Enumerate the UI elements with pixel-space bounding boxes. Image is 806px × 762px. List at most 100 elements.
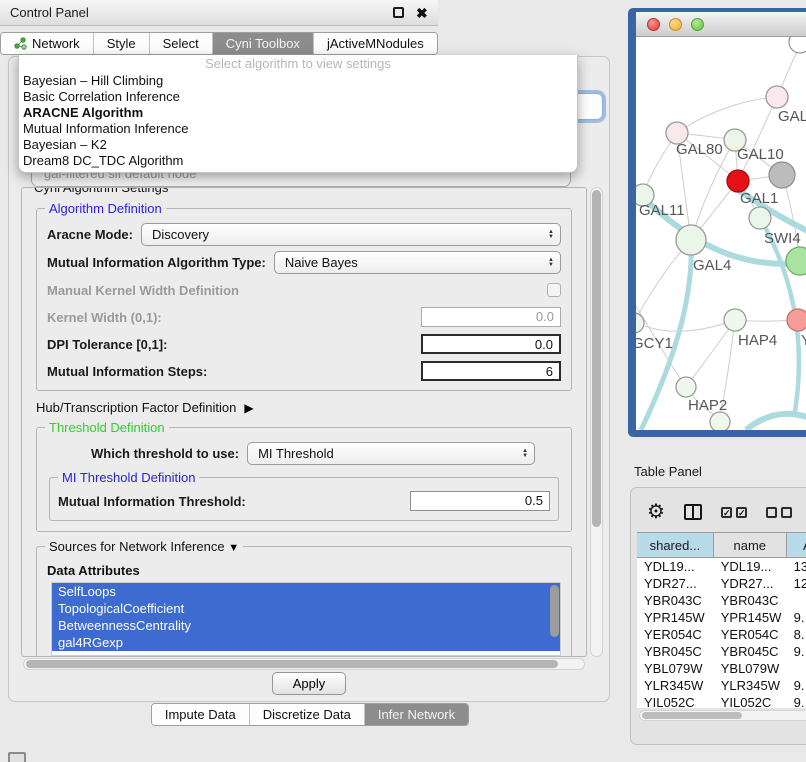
algorithm-dropdown-popup: Select algorithm to view settings Bayesi… bbox=[18, 55, 578, 173]
tab-select[interactable]: Select bbox=[150, 33, 213, 54]
table-row[interactable]: YER054CYER054C8. bbox=[637, 626, 806, 643]
list-scrollbar[interactable] bbox=[550, 585, 559, 637]
tab-impute-data[interactable]: Impute Data bbox=[152, 704, 250, 725]
deselect-all-icon[interactable] bbox=[766, 507, 792, 518]
group-title: Algorithm Definition bbox=[45, 201, 166, 216]
table-row[interactable]: YLR345WYLR345W9. bbox=[637, 677, 806, 694]
network-node-gal1[interactable] bbox=[727, 170, 749, 192]
tab-cyni-toolbox[interactable]: Cyni Toolbox bbox=[213, 33, 314, 54]
algorithm-option[interactable]: ARACNE Algorithm bbox=[19, 105, 577, 121]
network-node-hap4[interactable] bbox=[724, 309, 746, 331]
table-cell: 9. bbox=[787, 609, 806, 626]
table-cell: YLR345W bbox=[714, 677, 787, 694]
table-cell: YDL19... bbox=[637, 558, 714, 575]
float-window-icon[interactable] bbox=[393, 7, 404, 18]
combobox-value: MI Threshold bbox=[258, 446, 522, 461]
network-node-swi4[interactable] bbox=[749, 207, 771, 229]
tab-label: Cyni Toolbox bbox=[226, 33, 300, 54]
table-cell: 9. bbox=[787, 643, 806, 660]
table-body: YDL19...YDL19...13YDR27...YDR27...12YBR0… bbox=[637, 558, 806, 708]
table-row[interactable]: YIL052CYIL052C9. bbox=[637, 694, 806, 708]
data-attribute-item[interactable]: TopologicalCoefficient bbox=[52, 600, 560, 617]
mi-threshold-field[interactable]: 0.5 bbox=[410, 491, 550, 511]
group-title: Threshold Definition bbox=[45, 420, 169, 435]
kernel-width-field[interactable]: 0.0 bbox=[421, 307, 561, 327]
threshold-definition-group: Threshold Definition Which threshold to … bbox=[36, 427, 572, 532]
mi-threshold-group: MI Threshold Definition Mutual Informati… bbox=[49, 477, 559, 521]
hub-definition-toggle[interactable]: Hub/Transcription Factor Definition ▶ bbox=[36, 400, 578, 415]
table-cell: YBL079W bbox=[714, 660, 787, 677]
column-header-name[interactable]: name bbox=[714, 533, 787, 557]
table-row[interactable]: YBR045CYBR045C9. bbox=[637, 643, 806, 660]
tab-jactivemnodules[interactable]: jActiveMNodules bbox=[314, 33, 437, 54]
table-cell: YDL19... bbox=[714, 558, 787, 575]
network-node[interactable] bbox=[710, 412, 730, 430]
data-attribute-item[interactable]: gal4RGexp bbox=[52, 634, 560, 651]
network-node-gal[interactable] bbox=[766, 86, 788, 108]
network-node[interactable] bbox=[769, 162, 795, 188]
network-node[interactable] bbox=[786, 247, 806, 275]
node-label: GAL1 bbox=[740, 190, 778, 207]
tab-label: jActiveMNodules bbox=[327, 33, 424, 54]
network-node-gcy1[interactable] bbox=[636, 313, 644, 333]
tab-label: Discretize Data bbox=[263, 704, 351, 725]
select-all-icon[interactable]: ✓✓ bbox=[721, 507, 747, 518]
algorithm-option[interactable]: Basic Correlation Inference bbox=[19, 89, 577, 105]
table-row[interactable]: YPR145WYPR145W9. bbox=[637, 609, 806, 626]
tab-label: Style bbox=[107, 33, 136, 54]
collapse-down-icon: ▼ bbox=[228, 542, 239, 554]
close-window-icon[interactable] bbox=[647, 18, 660, 31]
manual-kernel-checkbox[interactable] bbox=[547, 283, 561, 297]
which-threshold-label: Which threshold to use: bbox=[91, 446, 239, 461]
network-node[interactable] bbox=[789, 37, 806, 53]
table-cell: YER054C bbox=[637, 626, 714, 643]
table-row[interactable]: YBL079WYBL079W bbox=[637, 660, 806, 677]
control-panel-titlebar: Control Panel ✖ bbox=[0, 0, 438, 26]
table-cell: YDR27... bbox=[637, 575, 714, 592]
gear-icon[interactable]: ⚙ bbox=[647, 502, 665, 522]
table-horizontal-scrollbar[interactable] bbox=[639, 710, 806, 721]
table-panel-title: Table Panel bbox=[634, 464, 702, 479]
combobox-value: Naive Bayes bbox=[285, 255, 548, 270]
mi-type-combobox[interactable]: Naive Bayes ▲▼ bbox=[274, 251, 561, 274]
algorithm-option[interactable]: Mutual Information Inference bbox=[19, 121, 577, 137]
network-canvas[interactable]: GALGAL80GAL10GAL1GAL11GAL4SWI4GCY1HAP4YH… bbox=[636, 37, 806, 430]
sources-group: Sources for Network Inference ▼ Data Att… bbox=[36, 546, 572, 657]
which-threshold-combobox[interactable]: MI Threshold ▲▼ bbox=[247, 442, 535, 465]
tab-style[interactable]: Style bbox=[94, 33, 150, 54]
mi-steps-field[interactable]: 6 bbox=[421, 361, 561, 381]
network-node-hap2[interactable] bbox=[676, 377, 696, 397]
tab-network[interactable]: Network bbox=[1, 33, 94, 54]
tab-discretize-data[interactable]: Discretize Data bbox=[250, 704, 365, 725]
columns-icon[interactable] bbox=[684, 504, 702, 520]
algorithm-option[interactable]: Bayesian – Hill Climbing bbox=[19, 73, 577, 89]
apply-button[interactable]: Apply bbox=[272, 672, 346, 695]
data-attribute-item[interactable]: SelfLoops bbox=[52, 583, 560, 600]
aracne-mode-combobox[interactable]: Discovery ▲▼ bbox=[141, 223, 561, 246]
node-label: HAP4 bbox=[738, 332, 777, 349]
settings-horizontal-scrollbar[interactable] bbox=[23, 658, 585, 670]
column-header-shared-name[interactable]: shared... bbox=[637, 533, 714, 557]
zoom-window-icon[interactable] bbox=[691, 18, 704, 31]
cyni-algorithm-settings-group: Cyni Algorithm Settings Algorithm Defini… bbox=[21, 187, 587, 657]
table-cell: YER054C bbox=[714, 626, 787, 643]
algorithm-option[interactable]: Bayesian – K2 bbox=[19, 137, 577, 153]
network-node-gal4[interactable] bbox=[676, 225, 706, 255]
table-cell: YPR145W bbox=[714, 609, 787, 626]
dpi-tolerance-field[interactable]: 0.0 bbox=[421, 334, 561, 354]
algorithm-option[interactable]: Dream8 DC_TDC Algorithm bbox=[19, 153, 577, 169]
minimize-window-icon[interactable] bbox=[669, 18, 682, 31]
close-icon[interactable]: ✖ bbox=[416, 6, 428, 20]
node-label: SWI4 bbox=[764, 230, 801, 247]
tab-infer-network[interactable]: Infer Network bbox=[365, 704, 468, 725]
network-node-y[interactable] bbox=[787, 309, 806, 331]
data-attribute-item[interactable]: BetweennessCentrality bbox=[52, 617, 560, 634]
column-header-clipped[interactable]: A bbox=[787, 533, 806, 557]
table-row[interactable]: YDL19...YDL19...13 bbox=[637, 558, 806, 575]
minimized-panel-icon[interactable] bbox=[8, 752, 26, 762]
settings-vertical-scrollbar[interactable] bbox=[590, 187, 603, 657]
sources-toggle[interactable]: Sources for Network Inference ▼ bbox=[45, 539, 243, 554]
table-row[interactable]: YDR27...YDR27...12 bbox=[637, 575, 806, 592]
table-row[interactable]: YBR043CYBR043C bbox=[637, 592, 806, 609]
hub-definition-label: Hub/Transcription Factor Definition bbox=[36, 400, 236, 415]
